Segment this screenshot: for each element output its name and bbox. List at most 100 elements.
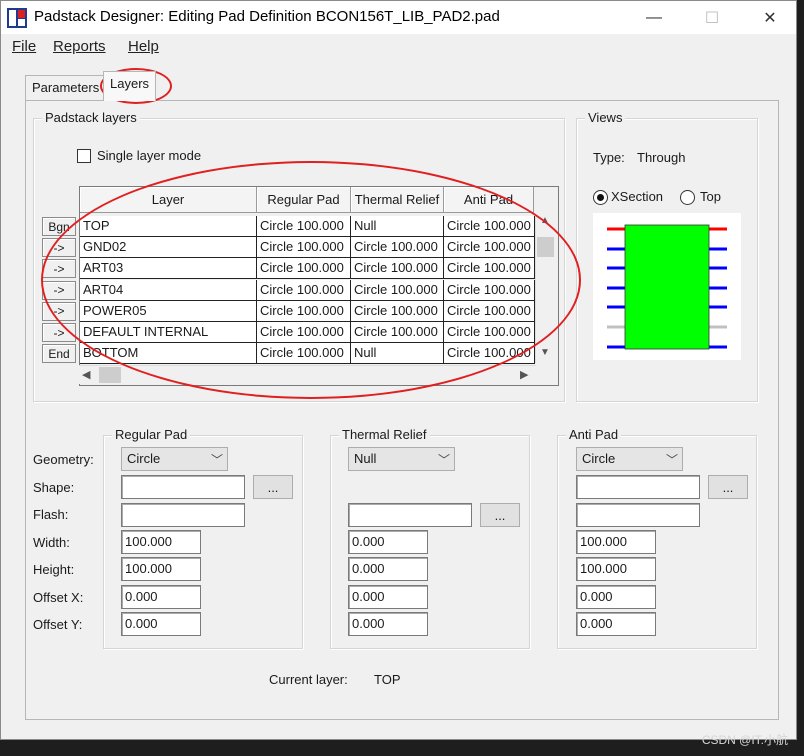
thermal-relief-flash-input[interactable] xyxy=(348,503,472,527)
menu-file[interactable]: File xyxy=(12,38,36,55)
xsection-preview xyxy=(593,213,741,360)
layer-cell[interactable]: TOP xyxy=(80,216,257,237)
layer-cell[interactable]: ART03 xyxy=(80,258,257,280)
regular-pad-offset-y-input[interactable]: 0.000 xyxy=(121,612,201,636)
column-header-layer[interactable]: Layer xyxy=(80,187,257,213)
maximize-button[interactable]: ☐ xyxy=(689,1,735,34)
row-select-button[interactable]: -> xyxy=(42,238,76,258)
single-layer-mode-checkbox[interactable] xyxy=(77,149,91,163)
row-select-button[interactable]: -> xyxy=(42,259,76,279)
row-select-button[interactable]: -> xyxy=(42,280,76,300)
regular-pad-shape-input[interactable] xyxy=(121,475,245,499)
anti-pad-cell[interactable]: Circle 100.000 xyxy=(444,216,535,237)
chevron-down-icon: ﹀ xyxy=(665,453,678,467)
row-select-button[interactable]: Bgn xyxy=(42,217,76,236)
column-header-regular-pad[interactable]: Regular Pad xyxy=(257,187,351,213)
column-header-thermal-relief[interactable]: Thermal Relief xyxy=(351,187,444,213)
regular-pad-cell[interactable]: Circle 100.000 xyxy=(257,216,351,237)
scroll-down-icon[interactable]: ▼ xyxy=(540,347,550,358)
regular-pad-cell[interactable]: Circle 100.000 xyxy=(257,322,351,343)
pad-cross-section xyxy=(624,224,710,350)
anti-pad-flash-input[interactable] xyxy=(576,503,700,527)
layer-cell[interactable]: GND02 xyxy=(80,237,257,259)
thermal-relief-offset-x-input[interactable]: 0.000 xyxy=(348,585,428,609)
thermal-relief-flash-browse-button[interactable]: ... xyxy=(480,503,520,527)
anti-pad-shape-browse-button[interactable]: ... xyxy=(708,475,748,499)
regular-pad-cell[interactable]: Circle 100.000 xyxy=(257,258,351,280)
thermal-relief-height-input[interactable]: 0.000 xyxy=(348,557,428,581)
anti-pad-cell[interactable]: Circle 100.000 xyxy=(444,279,535,301)
scroll-left-icon[interactable]: ◀ xyxy=(82,368,90,381)
thermal-relief-cell[interactable]: Null xyxy=(351,343,444,365)
chevron-down-icon: ﹀ xyxy=(437,453,450,467)
chevron-down-icon: ﹀ xyxy=(210,453,223,467)
layer-cell[interactable]: BOTTOM xyxy=(80,343,257,365)
offset-y-label: Offset Y: xyxy=(33,617,83,632)
horizontal-scroll-thumb[interactable] xyxy=(99,367,121,383)
regular-pad-geometry-select[interactable]: Circle ﹀ xyxy=(121,447,228,471)
title-bar: Padstack Designer: Editing Pad Definitio… xyxy=(1,1,796,34)
regular-pad-cell[interactable]: Circle 100.000 xyxy=(257,279,351,301)
regular-pad-height-input[interactable]: 100.000 xyxy=(121,557,201,581)
anti-pad-cell[interactable]: Circle 100.000 xyxy=(444,343,535,365)
top-radio[interactable] xyxy=(680,190,695,205)
menu-bar: File Reports Help xyxy=(1,34,796,60)
anti-pad-offset-y-input[interactable]: 0.000 xyxy=(576,612,656,636)
anti-pad-height-input[interactable]: 100.000 xyxy=(576,557,656,581)
vertical-scroll-thumb[interactable] xyxy=(537,237,554,257)
thermal-relief-geometry-select[interactable]: Null ﹀ xyxy=(348,447,455,471)
app-icon xyxy=(7,8,27,28)
xsection-label: XSection xyxy=(611,189,664,204)
watermark: CSDN @IT.小航 xyxy=(701,733,788,747)
grid-horizontal-scrollbar[interactable]: ◀ ▶ xyxy=(79,365,536,384)
regular-pad-shape-browse-button[interactable]: ... xyxy=(253,475,293,499)
type-label: Type: xyxy=(593,150,625,165)
anti-pad-shape-input[interactable] xyxy=(576,475,700,499)
anti-pad-geometry-select[interactable]: Circle ﹀ xyxy=(576,447,683,471)
thermal-relief-label: Thermal Relief xyxy=(339,427,430,442)
regular-pad-cell[interactable]: Circle 100.000 xyxy=(257,237,351,259)
close-button[interactable]: ✕ xyxy=(747,1,793,34)
thermal-relief-cell[interactable]: Circle 100.000 xyxy=(351,322,444,343)
row-select-button[interactable]: -> xyxy=(42,301,76,321)
regular-pad-cell[interactable]: Circle 100.000 xyxy=(257,343,351,365)
anti-pad-cell[interactable]: Circle 100.000 xyxy=(444,258,535,280)
flash-label: Flash: xyxy=(33,507,69,522)
xsection-radio[interactable] xyxy=(593,190,608,205)
thermal-relief-offset-y-input[interactable]: 0.000 xyxy=(348,612,428,636)
grid-vertical-scrollbar[interactable]: ▲ ▼ xyxy=(535,215,554,363)
thermal-relief-width-input[interactable]: 0.000 xyxy=(348,530,428,554)
layer-cell[interactable]: DEFAULT INTERNAL xyxy=(80,322,257,343)
anti-pad-cell[interactable]: Circle 100.000 xyxy=(444,322,535,343)
regular-pad-offset-x-input[interactable]: 0.000 xyxy=(121,585,201,609)
thermal-relief-cell[interactable]: Circle 100.000 xyxy=(351,258,444,280)
row-select-button[interactable]: -> xyxy=(42,323,76,342)
anti-pad-width-input[interactable]: 100.000 xyxy=(576,530,656,554)
thermal-relief-cell[interactable]: Circle 100.000 xyxy=(351,279,444,301)
layer-cell[interactable]: ART04 xyxy=(80,279,257,301)
scroll-up-icon[interactable]: ▲ xyxy=(540,215,550,226)
anti-pad-cell[interactable]: Circle 100.000 xyxy=(444,237,535,259)
layer-cell[interactable]: POWER05 xyxy=(80,300,257,322)
regular-pad-cell[interactable]: Circle 100.000 xyxy=(257,300,351,322)
thermal-relief-cell[interactable]: Circle 100.000 xyxy=(351,300,444,322)
tab-layers[interactable]: Layers xyxy=(103,71,157,101)
menu-help[interactable]: Help xyxy=(128,38,159,55)
row-select-button[interactable]: End xyxy=(42,344,76,364)
thermal-relief-cell[interactable]: Null xyxy=(351,216,444,237)
scroll-right-icon[interactable]: ▶ xyxy=(520,368,528,381)
minimize-icon: — xyxy=(646,8,662,26)
regular-pad-flash-input[interactable] xyxy=(121,503,245,527)
anti-pad-cell[interactable]: Circle 100.000 xyxy=(444,300,535,322)
views-label: Views xyxy=(585,110,626,125)
menu-reports[interactable]: Reports xyxy=(53,38,106,55)
height-label: Height: xyxy=(33,562,75,577)
regular-pad-width-input[interactable]: 100.000 xyxy=(121,530,201,554)
tab-parameters[interactable]: Parameters xyxy=(25,75,107,101)
column-header-anti-pad[interactable]: Anti Pad xyxy=(444,187,534,213)
thermal-relief-cell[interactable]: Circle 100.000 xyxy=(351,237,444,259)
anti-pad-offset-x-input[interactable]: 0.000 xyxy=(576,585,656,609)
shape-label: Shape: xyxy=(33,480,75,495)
geometry-label: Geometry: xyxy=(33,452,94,467)
minimize-button[interactable]: — xyxy=(631,1,677,34)
